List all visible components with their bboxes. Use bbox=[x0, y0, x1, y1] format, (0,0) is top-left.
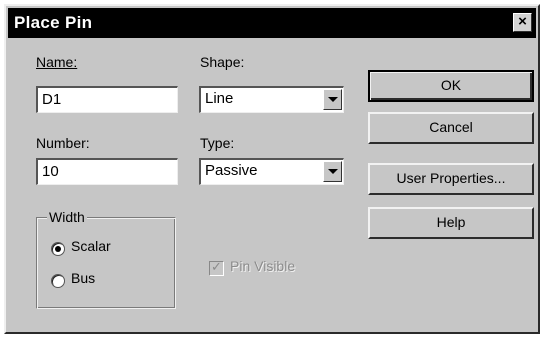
number-field[interactable]: 10 bbox=[36, 158, 178, 185]
type-select[interactable]: Passive bbox=[199, 158, 344, 185]
help-button[interactable]: Help bbox=[368, 207, 534, 239]
type-label: Type: bbox=[200, 135, 235, 151]
dialog-title: Place Pin bbox=[14, 13, 93, 32]
radio-bus[interactable] bbox=[51, 274, 65, 288]
place-pin-dialog: Place Pin × Name: D1 Number: 10 Shape: L… bbox=[4, 4, 540, 334]
name-label: Name: bbox=[36, 54, 78, 70]
number-label: Number: bbox=[36, 135, 90, 151]
chevron-down-icon[interactable] bbox=[323, 89, 342, 110]
shape-select-value: Line bbox=[205, 90, 234, 107]
title-bar[interactable]: Place Pin × bbox=[8, 8, 536, 38]
pin-visible-checkbox[interactable] bbox=[209, 259, 224, 276]
radio-scalar[interactable] bbox=[51, 242, 65, 256]
name-field[interactable]: D1 bbox=[36, 86, 178, 113]
width-group-label: Width bbox=[47, 209, 87, 225]
close-button[interactable]: × bbox=[513, 13, 532, 32]
close-icon: × bbox=[518, 13, 527, 30]
width-groupbox: Width Scalar Bus bbox=[36, 209, 176, 309]
ok-button[interactable]: OK bbox=[368, 70, 534, 102]
chevron-down-icon[interactable] bbox=[323, 161, 342, 182]
pin-visible-label: Pin Visible bbox=[230, 258, 296, 274]
radio-scalar-label[interactable]: Scalar bbox=[71, 238, 111, 254]
shape-label: Shape: bbox=[200, 54, 245, 70]
user-properties-button[interactable]: User Properties... bbox=[368, 163, 534, 195]
radio-bus-label[interactable]: Bus bbox=[71, 270, 95, 286]
shape-select[interactable]: Line bbox=[199, 86, 344, 113]
type-select-value: Passive bbox=[205, 162, 258, 179]
cancel-button[interactable]: Cancel bbox=[368, 112, 534, 144]
